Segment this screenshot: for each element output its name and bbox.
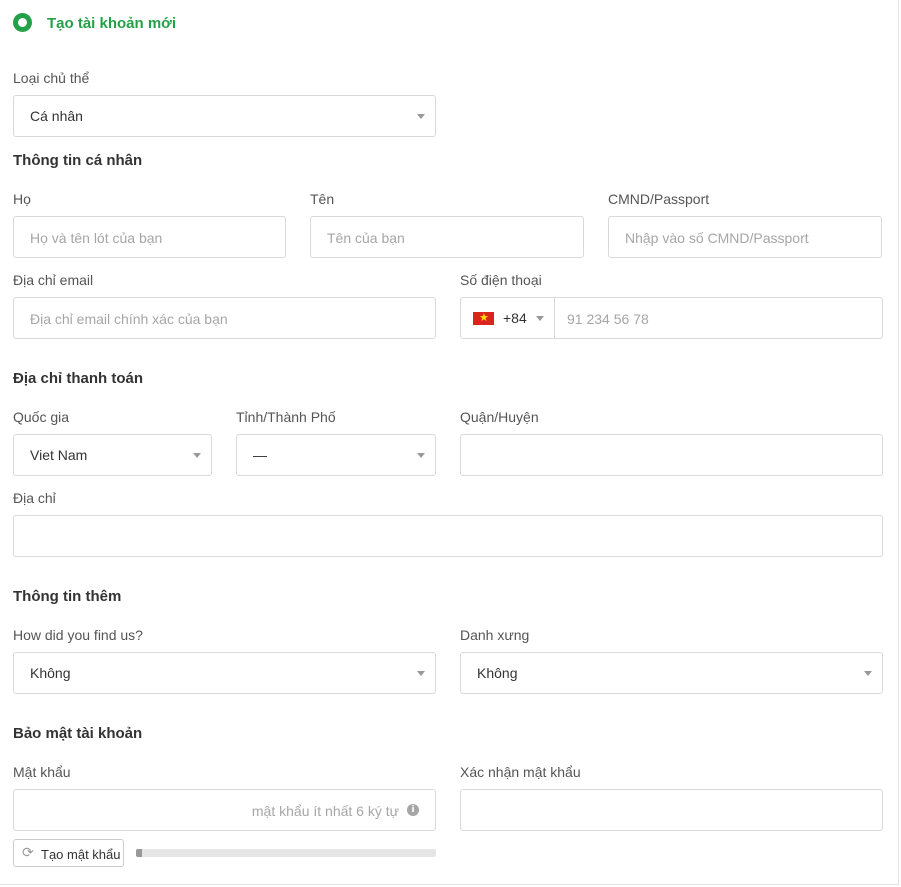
district-input[interactable]	[460, 434, 883, 476]
chevron-down-icon	[864, 671, 872, 676]
billing-address-heading: Địa chỉ thanh toán	[13, 370, 144, 387]
source-value: Không	[30, 665, 71, 681]
confirm-password-label: Xác nhận mật khẩu	[460, 764, 581, 780]
account-security-heading: Bảo mật tài khoản	[13, 725, 143, 742]
source-select[interactable]: Không	[13, 652, 436, 694]
salutation-value: Không	[477, 665, 518, 681]
generate-password-button[interactable]: ⟳ Tạo mật khẩu	[13, 839, 124, 867]
entity-type-label: Loại chủ thể	[13, 70, 90, 86]
province-value: —	[253, 447, 267, 463]
email-label: Địa chỉ email	[13, 272, 94, 288]
chevron-down-icon	[417, 671, 425, 676]
password-strength-bar	[136, 849, 436, 857]
password-placeholder: mật khẩu ít nhất 6 ký tự	[251, 803, 399, 819]
first-name-label: Tên	[310, 191, 335, 207]
chevron-down-icon	[193, 453, 201, 458]
confirm-password-input[interactable]	[460, 789, 883, 831]
refresh-icon: ⟳	[22, 845, 34, 861]
last-name-label: Họ	[13, 191, 31, 207]
province-select[interactable]: —	[236, 434, 436, 476]
password-strength-fill	[136, 849, 142, 857]
id-number-placeholder: Nhập vào số CMND/Passport	[625, 230, 809, 246]
info-icon[interactable]: i	[407, 804, 419, 816]
province-label: Tỉnh/Thành Phố	[236, 409, 336, 425]
create-account-option[interactable]: Tạo tài khoản mới	[47, 15, 176, 32]
last-name-input[interactable]: Họ và tên lót của bạn	[13, 216, 286, 258]
salutation-label: Danh xưng	[460, 627, 530, 643]
entity-type-select[interactable]: Cá nhân	[13, 95, 436, 137]
country-label: Quốc gia	[13, 409, 70, 425]
address-input[interactable]	[13, 515, 883, 557]
country-code-select[interactable]: +84	[461, 298, 555, 338]
phone-input[interactable]: 91 234 56 78	[567, 311, 649, 327]
district-label: Quận/Huyện	[460, 409, 539, 425]
password-input[interactable]: mật khẩu ít nhất 6 ký tự i	[13, 789, 436, 831]
phone-field: +84 91 234 56 78	[460, 297, 883, 339]
address-label: Địa chỉ	[13, 490, 56, 506]
first-name-input[interactable]: Tên của bạn	[310, 216, 584, 258]
source-label: How did you find us?	[13, 627, 143, 643]
country-select[interactable]: Viet Nam	[13, 434, 212, 476]
radio-selected-icon[interactable]	[13, 13, 32, 32]
email-placeholder: Địa chỉ email chính xác của bạn	[30, 311, 228, 327]
personal-info-heading: Thông tin cá nhân	[13, 152, 143, 169]
country-value: Viet Nam	[30, 447, 88, 463]
chevron-down-icon	[417, 114, 425, 119]
id-number-input[interactable]: Nhập vào số CMND/Passport	[608, 216, 882, 258]
chevron-down-icon	[417, 453, 425, 458]
generate-password-label: Tạo mật khẩu	[41, 847, 121, 862]
entity-type-value: Cá nhân	[30, 108, 83, 124]
vietnam-flag-icon	[473, 310, 494, 326]
last-name-placeholder: Họ và tên lót của bạn	[30, 230, 163, 246]
salutation-select[interactable]: Không	[460, 652, 883, 694]
additional-info-heading: Thông tin thêm	[13, 588, 122, 605]
phone-label: Số điện thoại	[460, 272, 542, 288]
email-input[interactable]: Địa chỉ email chính xác của bạn	[13, 297, 436, 339]
first-name-placeholder: Tên của bạn	[327, 230, 405, 246]
account-form-panel: Tạo tài khoản mới Loại chủ thể Cá nhân T…	[0, 0, 899, 885]
country-code-value: +84	[503, 310, 527, 326]
chevron-down-icon	[536, 316, 544, 321]
id-number-label: CMND/Passport	[608, 191, 710, 207]
password-label: Mật khẩu	[13, 764, 71, 780]
